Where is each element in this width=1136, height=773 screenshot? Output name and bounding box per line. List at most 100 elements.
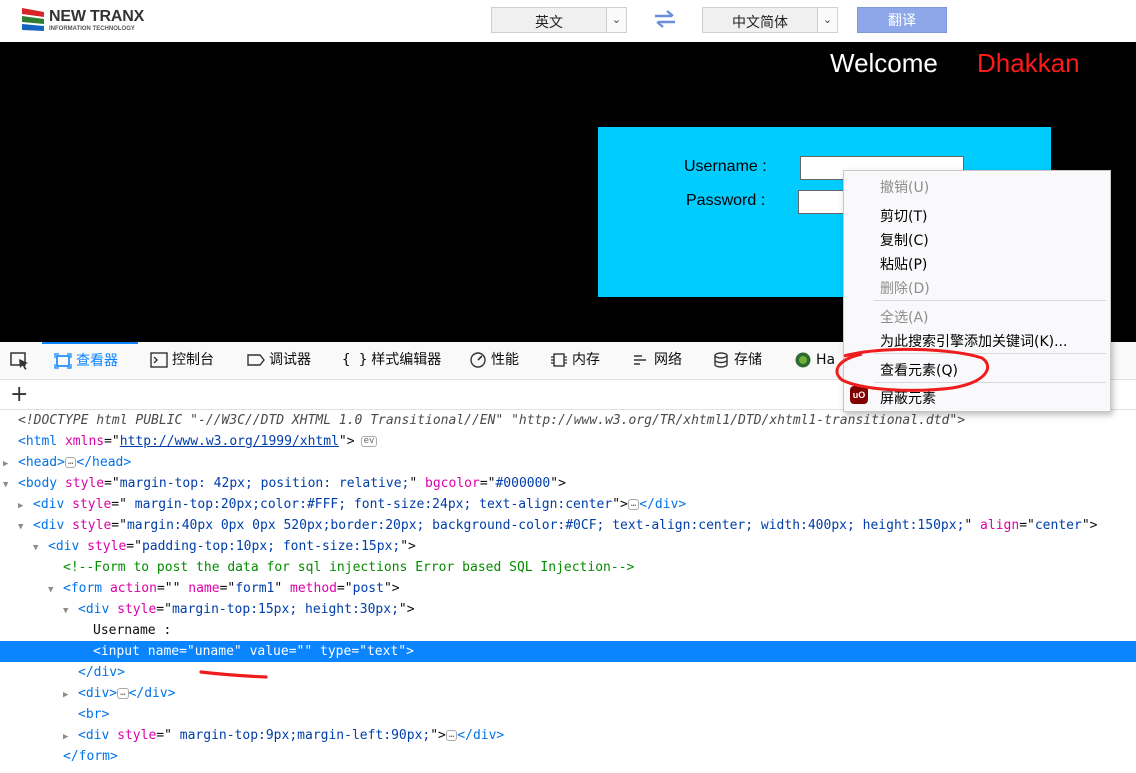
menu-item-select-all[interactable]: 全选(A) bbox=[880, 307, 929, 327]
markup-node[interactable]: Username : bbox=[0, 620, 1136, 641]
menu-item-paste[interactable]: 粘贴(P) bbox=[880, 254, 927, 274]
markup-token: bgcolor bbox=[425, 476, 480, 491]
element-picker-icon[interactable] bbox=[10, 352, 30, 370]
collapsed-ellipsis-icon[interactable]: … bbox=[117, 688, 129, 699]
tab-label: 内存 bbox=[572, 352, 600, 368]
markup-node[interactable]: ▼ <div style="margin:40px 0px 0px 520px;b… bbox=[0, 515, 1136, 536]
expand-twisty-icon[interactable]: ▶ bbox=[18, 496, 28, 517]
expand-twisty-icon[interactable]: ▶ bbox=[63, 685, 73, 706]
tab-debugger[interactable]: 调试器 bbox=[247, 342, 337, 379]
collapsed-ellipsis-icon[interactable]: … bbox=[627, 499, 640, 510]
welcome-name: Dhakkan bbox=[977, 48, 1080, 78]
markup-node[interactable]: </form> bbox=[0, 746, 1136, 767]
markup-node[interactable]: <br> bbox=[0, 704, 1136, 725]
debugger-icon bbox=[247, 354, 265, 366]
markup-token: action bbox=[109, 581, 157, 596]
markup-token: <form bbox=[63, 581, 110, 596]
menu-item-cut[interactable]: 剪切(T) bbox=[880, 206, 927, 226]
markup-token: "> bbox=[398, 644, 414, 659]
markup-token: style bbox=[117, 728, 157, 743]
markup-token: =" bbox=[104, 476, 120, 491]
source-language-select[interactable]: 英文 ⌄ bbox=[491, 7, 627, 33]
tab-style-editor[interactable]: { } 样式编辑器 bbox=[342, 342, 462, 379]
add-node-button[interactable]: + bbox=[10, 382, 28, 407]
markup-token: margin-top:20px;color:#FFF; font-size:24… bbox=[126, 497, 613, 512]
welcome-text: Welcome bbox=[830, 48, 938, 78]
markup-token: <body bbox=[18, 476, 65, 491]
markup-token: padding-top:10px; font-size:15px; bbox=[141, 539, 401, 554]
expand-twisty-icon[interactable]: ▶ bbox=[63, 727, 73, 748]
markup-token: style bbox=[72, 497, 112, 512]
logo: NEW TRANX INFORMATION TECHNOLOGY bbox=[22, 6, 152, 36]
markup-token: "> bbox=[383, 581, 400, 596]
markup-token: center bbox=[1034, 518, 1082, 533]
collapsed-ellipsis-icon[interactable]: … bbox=[64, 457, 77, 468]
collapse-twisty-icon[interactable]: ▼ bbox=[3, 475, 13, 496]
markup-node[interactable]: </div> bbox=[0, 662, 1136, 683]
markup-node[interactable]: ▶ <div style=" margin-top:9px;margin-left… bbox=[0, 725, 1136, 746]
markup-node[interactable]: <input name="uname" value="" type="text"… bbox=[0, 641, 1136, 662]
collapse-twisty-icon[interactable]: ▼ bbox=[48, 580, 58, 601]
target-language-select[interactable]: 中文简体 ⌄ bbox=[702, 7, 838, 33]
tab-inspector[interactable]: 查看器 bbox=[42, 342, 138, 379]
collapse-twisty-icon[interactable]: ▼ bbox=[63, 601, 73, 622]
console-icon bbox=[150, 352, 168, 368]
markup-token: margin-top:9px;margin-left:90px; bbox=[171, 728, 431, 743]
collapse-twisty-icon[interactable]: ▼ bbox=[33, 538, 43, 559]
chevron-down-icon[interactable]: ⌄ bbox=[606, 8, 626, 32]
tab-label: 调试器 bbox=[269, 352, 311, 368]
markup-token: =" bbox=[179, 644, 195, 659]
markup-token: uname bbox=[194, 644, 234, 659]
markup-node[interactable]: ▼ <form action="" name="form1" method="po… bbox=[0, 578, 1136, 599]
markup-token: name bbox=[147, 644, 180, 659]
event-badge[interactable]: ev bbox=[360, 436, 378, 447]
markup-node[interactable]: <html xmlns="http://www.w3.org/1999/xhtm… bbox=[0, 431, 1136, 452]
markup-token: =" bbox=[156, 602, 172, 617]
markup-node[interactable]: ▼ <body style="margin-top: 42px; position… bbox=[0, 473, 1136, 494]
collapsed-ellipsis-icon[interactable]: … bbox=[445, 730, 458, 741]
markup-node[interactable]: <!DOCTYPE html PUBLIC "-//W3C//DTD XHTML… bbox=[0, 410, 1136, 431]
tab-label: 查看器 bbox=[76, 353, 118, 369]
collapse-twisty-icon[interactable]: ▼ bbox=[18, 517, 28, 538]
braces-icon: { } bbox=[342, 352, 368, 368]
performance-icon bbox=[470, 352, 486, 368]
markup-token: <div bbox=[33, 497, 73, 512]
tab-memory[interactable]: 内存 bbox=[550, 342, 620, 379]
markup-token: margin-top: 42px; position: relative; bbox=[119, 476, 410, 491]
markup-token: " bbox=[274, 581, 291, 596]
markup-node[interactable]: <!--Form to post the data for sql inject… bbox=[0, 557, 1136, 578]
target-language-value: 中文简体 bbox=[732, 15, 788, 31]
markup-token: =" bbox=[126, 539, 142, 554]
markup-token: </div> bbox=[639, 497, 687, 512]
markup-node[interactable]: ▼ <div style="margin-top:15px; height:30p… bbox=[0, 599, 1136, 620]
chevron-down-icon[interactable]: ⌄ bbox=[817, 8, 837, 32]
markup-token: <div> bbox=[78, 686, 118, 701]
tab-network[interactable]: 网络 bbox=[632, 342, 702, 379]
tab-storage[interactable]: 存储 bbox=[712, 342, 782, 379]
markup-token: "> bbox=[400, 539, 416, 554]
swap-arrows-icon[interactable] bbox=[652, 9, 678, 29]
translate-button[interactable]: 翻译 bbox=[857, 7, 947, 33]
username-label: Username : bbox=[684, 158, 767, 175]
markup-token: <div bbox=[78, 602, 118, 617]
markup-token: align bbox=[980, 518, 1020, 533]
menu-item-copy[interactable]: 复制(C) bbox=[880, 230, 929, 250]
markup-token: margin:40px 0px 0px 520px;border:20px; b… bbox=[126, 518, 965, 533]
markup-token: <div bbox=[48, 539, 88, 554]
markup-token: <html bbox=[18, 434, 65, 449]
expand-twisty-icon[interactable]: ▶ bbox=[3, 454, 13, 475]
markup-token: "> bbox=[612, 497, 628, 512]
markup-node[interactable]: ▶ <head>… </head> bbox=[0, 452, 1136, 473]
tab-performance[interactable]: 性能 bbox=[469, 342, 539, 379]
markup-node[interactable]: ▶ <div>… </div> bbox=[0, 683, 1136, 704]
logo-text: NEW TRANX bbox=[49, 8, 145, 25]
source-language-value: 英文 bbox=[535, 15, 563, 31]
markup-token: Username : bbox=[93, 623, 172, 638]
markup-token: #000000 bbox=[495, 476, 551, 491]
menu-item-delete[interactable]: 删除(D) bbox=[880, 278, 930, 298]
markup-node[interactable]: ▶ <div style=" margin-top:20px;color:#FFF… bbox=[0, 494, 1136, 515]
tab-console[interactable]: 控制台 bbox=[150, 342, 240, 379]
translator-bar: NEW TRANX INFORMATION TECHNOLOGY 英文 ⌄ 中文… bbox=[0, 0, 1136, 42]
menu-item-undo[interactable]: 撤销(U) bbox=[880, 177, 929, 197]
markup-node[interactable]: ▼ <div style="padding-top:10px; font-size… bbox=[0, 536, 1136, 557]
